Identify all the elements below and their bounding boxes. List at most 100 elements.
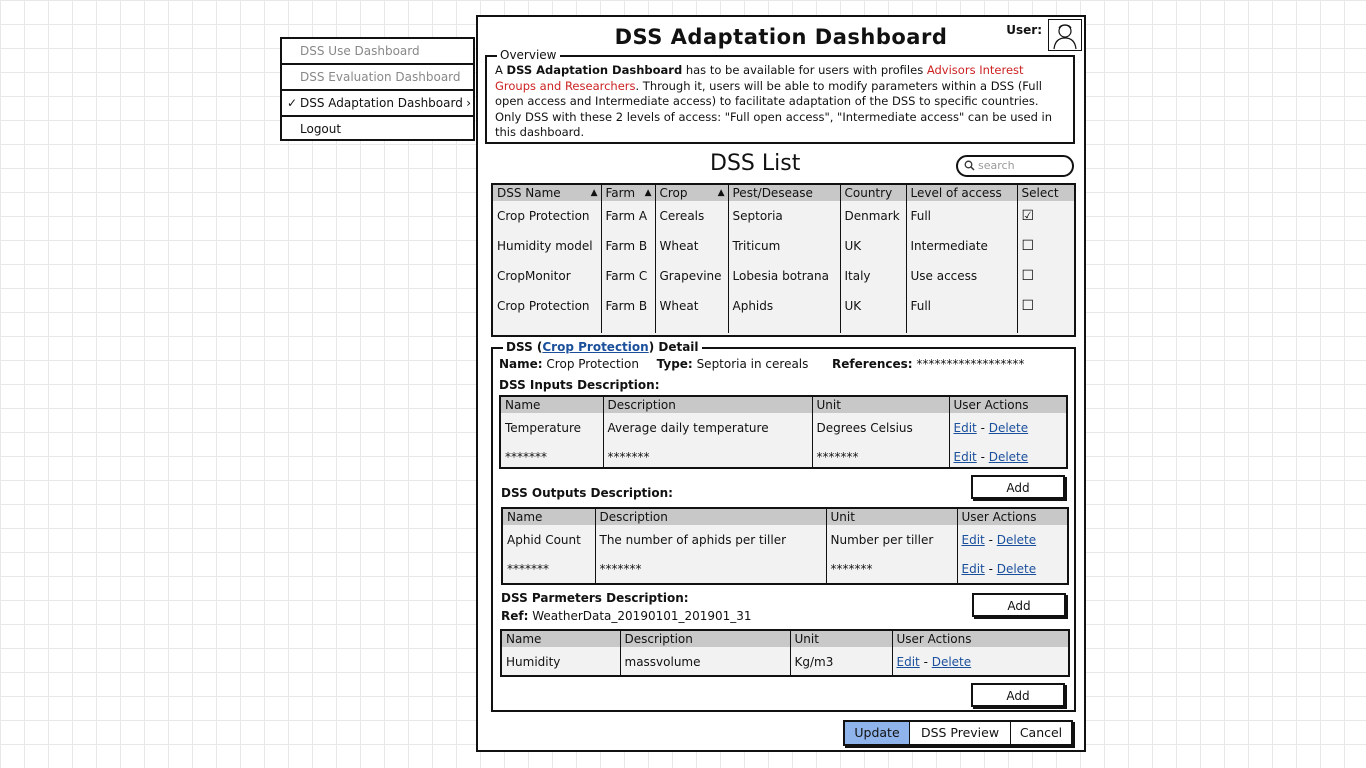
delete-link[interactable]: Delete <box>997 533 1036 547</box>
cell-farm: Farm C <box>600 261 655 291</box>
delete-link[interactable]: Delete <box>997 562 1036 576</box>
dss-list-title: DSS List <box>710 151 801 176</box>
detail-name-value: Crop Protection <box>546 357 639 371</box>
menu-item-label: DSS Use Dashboard <box>300 44 420 58</box>
sort-asc-icon: ▲ <box>717 188 725 198</box>
column-header-dss-name[interactable]: DSS Name ▲ <box>493 185 601 201</box>
delete-link[interactable]: Delete <box>932 655 971 669</box>
detail-summary: Name: Crop Protection Type: Septoria in … <box>499 357 1025 371</box>
cell-actions: Edit - Delete <box>948 442 1066 467</box>
overview-legend: Overview <box>497 48 560 62</box>
cell-dss-name: Humidity model <box>497 239 593 253</box>
user-label: User: <box>1006 23 1042 37</box>
update-button[interactable]: Update <box>845 722 910 744</box>
cell-country: Italy <box>839 261 906 291</box>
sort-asc-icon: ▲ <box>644 188 652 198</box>
table-row[interactable]: CropMonitor Farm C Grapevine Lobesia bot… <box>493 261 1074 291</box>
cell-actions: Edit - Delete <box>891 647 1068 675</box>
column-header-name: Name <box>502 631 620 647</box>
sort-asc-icon: ▲ <box>590 188 598 198</box>
menu-item-evaluation-dashboard[interactable]: DSS Evaluation Dashboard <box>282 65 475 91</box>
column-header-country[interactable]: Country <box>839 185 906 201</box>
edit-link[interactable]: Edit <box>954 421 977 435</box>
column-header-farm[interactable]: Farm ▲ <box>600 185 655 201</box>
edit-link[interactable]: Edit <box>962 562 985 576</box>
cell-description: Average daily temperature <box>602 413 812 442</box>
select-checkbox[interactable]: ☐ <box>1016 231 1074 261</box>
cell-country: UK <box>839 231 906 261</box>
column-header-pest[interactable]: Pest/Desease <box>727 185 840 201</box>
column-header-unit: Unit <box>789 631 892 647</box>
dss-preview-button[interactable]: DSS Preview <box>910 722 1011 744</box>
cell-dss-name: CropMonitor <box>497 269 571 283</box>
cell-country: UK <box>839 291 906 321</box>
menu-item-use-dashboard[interactable]: DSS Use Dashboard <box>282 39 475 65</box>
inputs-title: DSS Inputs Description: <box>499 378 660 392</box>
select-checkbox[interactable]: ☐ <box>1016 291 1074 321</box>
add-output-button[interactable]: Add <box>972 593 1066 617</box>
inputs-table: Name Description Unit User Actions Tempe… <box>499 395 1068 469</box>
table-row: Humidity massvolume Kg/m3 Edit - Delete <box>502 647 1068 675</box>
cell-actions: Edit - Delete <box>948 413 1066 442</box>
cell-pest: Triticum <box>727 231 840 261</box>
menu-item-adaptation-dashboard[interactable]: ✓ DSS Adaptation Dashboard › <box>282 91 475 117</box>
user-avatar-icon[interactable] <box>1048 19 1082 51</box>
dashboard-menu: DSS Use Dashboard DSS Evaluation Dashboa… <box>280 37 475 141</box>
outputs-table: Name Description Unit User Actions Aphid… <box>501 507 1069 585</box>
cell-unit: ******* <box>825 554 957 583</box>
dss-detail-panel: DSS (Crop Protection) Detail Name: Crop … <box>491 340 1076 712</box>
cancel-button[interactable]: Cancel <box>1011 722 1071 744</box>
cell-name: Temperature <box>505 420 582 435</box>
cell-access: Use access <box>905 261 1017 291</box>
cell-dss-name: Crop Protection <box>497 209 590 223</box>
column-header-name: Name <box>501 397 603 413</box>
cell-pest: Aphids <box>727 291 840 321</box>
column-header-access[interactable]: Level of access <box>905 185 1017 201</box>
select-checkbox[interactable]: ☐ <box>1016 261 1074 291</box>
cell-unit: Degrees Celsius <box>811 413 949 442</box>
cell-description: ******* <box>594 554 826 583</box>
detail-dss-link[interactable]: Crop Protection <box>542 340 648 354</box>
table-row[interactable]: Crop Protection Farm A Cereals Septoria … <box>493 201 1074 231</box>
cell-country: Denmark <box>839 201 906 231</box>
search-input[interactable]: search <box>956 155 1074 177</box>
cell-farm: Farm A <box>600 201 655 231</box>
edit-link[interactable]: Edit <box>954 450 977 464</box>
cell-access: Intermediate <box>905 231 1017 261</box>
cell-unit: ******* <box>811 442 949 467</box>
cell-pest: Lobesia botrana <box>727 261 840 291</box>
menu-item-label: DSS Evaluation Dashboard <box>300 70 461 84</box>
cell-description: ******* <box>602 442 812 467</box>
cell-name: Humidity <box>506 654 561 669</box>
cell-actions: Edit - Delete <box>956 554 1067 583</box>
column-header-select: Select <box>1016 185 1074 201</box>
column-header-unit: Unit <box>825 509 957 525</box>
edit-link[interactable]: Edit <box>897 655 920 669</box>
cell-crop: Wheat <box>654 291 728 321</box>
cell-farm: Farm B <box>600 291 655 321</box>
column-header-crop[interactable]: Crop ▲ <box>654 185 728 201</box>
add-input-button[interactable]: Add <box>971 475 1065 499</box>
column-header-actions: User Actions <box>891 631 1068 647</box>
table-row[interactable]: Crop Protection Farm B Wheat Aphids UK F… <box>493 291 1074 321</box>
page-title: DSS Adaptation Dashboard <box>614 25 948 49</box>
cell-crop: Cereals <box>654 201 728 231</box>
edit-link[interactable]: Edit <box>962 533 985 547</box>
menu-item-logout[interactable]: Logout <box>282 117 475 143</box>
cell-actions: Edit - Delete <box>956 525 1067 554</box>
delete-link[interactable]: Delete <box>989 450 1028 464</box>
cell-name: Aphid Count <box>507 532 581 547</box>
table-row-empty <box>493 321 1074 333</box>
cell-crop: Wheat <box>654 231 728 261</box>
select-checkbox[interactable]: ☑ <box>1016 201 1074 231</box>
table-row: Temperature Average daily temperature De… <box>501 413 1066 442</box>
params-ref-value: WeatherData_20190101_201901_31 <box>532 609 752 623</box>
table-row: ******* ******* ******* Edit - Delete <box>503 554 1067 583</box>
add-parameter-button[interactable]: Add <box>971 683 1065 707</box>
params-table: Name Description Unit User Actions Humid… <box>500 629 1070 677</box>
table-row[interactable]: Humidity model Farm B Wheat Triticum UK … <box>493 231 1074 261</box>
column-header-actions: User Actions <box>948 397 1066 413</box>
cell-access: Full <box>905 201 1017 231</box>
overview-text: A DSS Adaptation Dashboard has to be ava… <box>495 63 1053 140</box>
delete-link[interactable]: Delete <box>989 421 1028 435</box>
